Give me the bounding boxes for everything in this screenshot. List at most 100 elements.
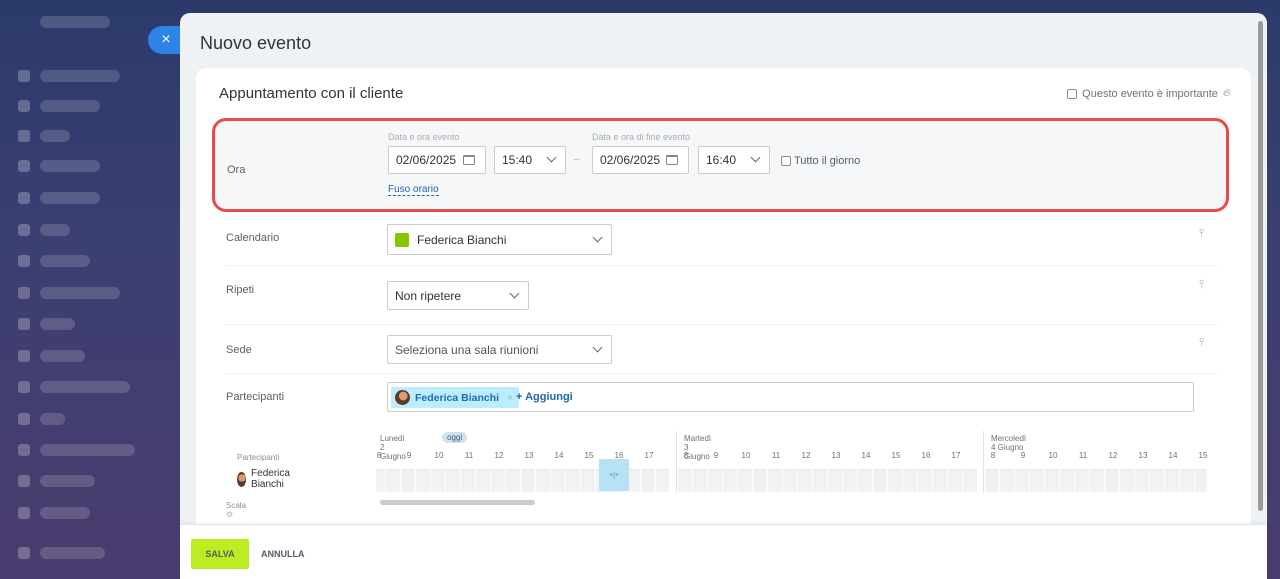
grid-line <box>962 469 963 492</box>
background-item <box>40 318 75 330</box>
avatar <box>237 471 247 487</box>
background-icon <box>18 475 30 487</box>
repeat-value: Non ripetere <box>395 288 462 303</box>
grid-line <box>1209 469 1210 492</box>
grid-line <box>872 469 873 492</box>
calendar-value: Federica Bianchi <box>417 232 507 247</box>
hour-tick-label: 13 <box>524 451 534 460</box>
background-item <box>40 287 120 299</box>
hour-tick-label: 10 <box>741 451 751 460</box>
cancel-button[interactable]: ANNULLA <box>261 539 305 569</box>
background-icon <box>18 100 30 112</box>
background-item <box>40 444 135 456</box>
grid-line <box>400 469 401 492</box>
hour-tick-label: 12 <box>1108 451 1118 460</box>
schedule-grid-day-3[interactable] <box>984 469 1207 492</box>
background-icon <box>18 192 30 204</box>
background-icon <box>18 350 30 362</box>
remove-icon[interactable]: × <box>507 392 513 404</box>
hour-tick-label: 13 <box>831 451 841 460</box>
calendar-select[interactable]: Federica Bianchi <box>387 224 612 255</box>
hour-tick-label: 11 <box>464 451 474 460</box>
grid-line <box>827 469 828 492</box>
add-attendee-link[interactable]: + Aggiungi <box>516 391 573 403</box>
planner-participants-label: Partecipanti <box>237 453 280 462</box>
background-icon <box>18 318 30 330</box>
important-toggle[interactable]: Questo evento è importante 🔥︎ <box>1067 87 1231 100</box>
vertical-scrollbar[interactable] <box>1258 21 1263 511</box>
grid-line <box>1089 469 1090 492</box>
flame-icon: 🔥︎ <box>1222 87 1231 99</box>
time-section: Ora Data e ora evento Data e ora di fine… <box>212 118 1229 212</box>
save-button[interactable]: SALVA <box>191 539 249 569</box>
grid-line <box>430 469 431 492</box>
hour-tick-label: 17 <box>644 451 654 460</box>
background-icon <box>18 507 30 519</box>
background-item <box>40 381 130 393</box>
calendar-icon[interactable] <box>463 155 475 165</box>
grid-line <box>595 469 596 492</box>
grid-line <box>475 469 476 492</box>
end-date-value: 02/06/2025 <box>600 153 661 167</box>
location-placeholder: Seleziona una sala riunioni <box>395 342 539 357</box>
grid-line <box>722 469 723 492</box>
start-time-select[interactable]: 15:40 <box>494 146 566 174</box>
grid-line <box>737 469 738 492</box>
calendar-icon[interactable] <box>666 155 678 165</box>
grid-line <box>1059 469 1060 492</box>
time-row-label: Ora <box>227 164 246 176</box>
grid-line <box>1149 469 1150 492</box>
hour-tick-label: 9 <box>1020 451 1026 460</box>
scale-control[interactable]: Scala ⚙ <box>226 501 246 519</box>
repeat-select[interactable]: Non ripetere <box>387 281 529 310</box>
grid-line <box>1104 469 1105 492</box>
divider <box>226 373 1218 374</box>
pin-icon[interactable]: ⫯ <box>1199 277 1204 292</box>
all-day-checkbox[interactable] <box>781 156 791 166</box>
end-time-select[interactable]: 16:40 <box>698 146 770 174</box>
hour-tick-label: 11 <box>771 451 781 460</box>
grid-line <box>932 469 933 492</box>
grid-line <box>902 469 903 492</box>
grid-line <box>445 469 446 492</box>
grid-line <box>999 469 1000 492</box>
background-icon <box>18 70 30 82</box>
grid-line <box>1134 469 1135 492</box>
today-badge: oggi <box>442 432 468 443</box>
start-date-field[interactable]: 02/06/2025 <box>388 146 486 174</box>
pin-icon[interactable]: ⫯ <box>1199 226 1204 241</box>
location-row-label: Sede <box>226 344 252 356</box>
close-icon: × <box>161 31 171 48</box>
hour-tick-label: 13 <box>1138 451 1148 460</box>
hour-tick-label: 11 <box>1078 451 1088 460</box>
location-select[interactable]: Seleziona una sala riunioni <box>387 335 612 364</box>
attendees-field[interactable]: Federica Bianchi × + Aggiungi <box>387 382 1194 412</box>
horizontal-scrollbar[interactable] <box>380 500 535 505</box>
chevron-down-icon <box>750 152 761 163</box>
background-logo <box>40 16 110 28</box>
attendee-chip[interactable]: Federica Bianchi × <box>391 387 520 408</box>
grid-line <box>535 469 536 492</box>
background-item <box>40 224 70 236</box>
hour-tick-label: 9 <box>406 451 412 460</box>
background-item <box>40 130 70 142</box>
all-day-toggle[interactable]: Tutto il giorno <box>781 155 860 167</box>
event-name-input[interactable]: Appuntamento con il cliente <box>219 85 403 102</box>
grid-line <box>1119 469 1120 492</box>
grid-line <box>857 469 858 492</box>
grid-line <box>692 469 693 492</box>
pin-icon[interactable]: ⫯ <box>1199 335 1204 350</box>
important-checkbox[interactable] <box>1067 88 1078 99</box>
timezone-link[interactable]: Fuso orario <box>388 184 439 196</box>
grid-line <box>797 469 798 492</box>
hour-tick-label: 15 <box>1198 451 1208 460</box>
background-icon <box>18 287 30 299</box>
grid-line <box>842 469 843 492</box>
end-date-field[interactable]: 02/06/2025 <box>592 146 689 174</box>
grid-line <box>1044 469 1045 492</box>
selected-slot[interactable]: +|+ <box>599 459 629 491</box>
close-slider-button[interactable]: × <box>148 26 180 54</box>
calendar-row-label: Calendario <box>226 232 280 244</box>
grid-line <box>917 469 918 492</box>
gear-icon[interactable]: ⚙ <box>226 510 233 519</box>
